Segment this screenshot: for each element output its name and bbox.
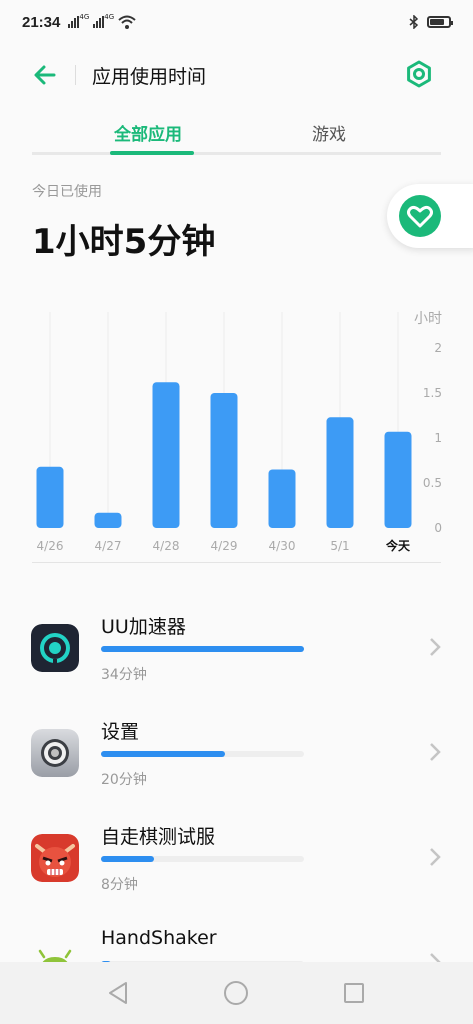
tab-track xyxy=(32,152,441,155)
chevron-right-icon xyxy=(430,848,441,866)
usage-progress-fill xyxy=(101,646,304,652)
x-tick-label: 5/1 xyxy=(330,539,349,553)
home-circle-icon[interactable] xyxy=(222,979,250,1007)
app-name: HandShaker xyxy=(101,927,217,949)
x-tick-label: 4/29 xyxy=(211,539,238,553)
y-axis-unit-label: 小时 xyxy=(414,311,442,327)
tab-bar: 全部应用 游戏 xyxy=(32,110,441,156)
list-item-uu[interactable]: UU加速器 34分钟 xyxy=(0,612,473,717)
usage-progress-fill xyxy=(101,856,154,862)
x-tick-label: 4/27 xyxy=(95,539,122,553)
y-tick-label: 1 xyxy=(434,431,442,445)
wifi-icon xyxy=(118,15,136,29)
heart-icon xyxy=(399,195,441,237)
app-usage-time: 34分钟 xyxy=(101,667,147,683)
app-usage-time: 20分钟 xyxy=(101,772,147,788)
bar xyxy=(210,393,238,528)
bar xyxy=(36,466,64,528)
chevron-right-icon xyxy=(430,638,441,656)
battery-level xyxy=(430,19,444,25)
app-name: UU加速器 xyxy=(101,616,186,638)
usage-progress-fill xyxy=(101,751,225,757)
status-bar: 21:34 4G 4G xyxy=(0,0,473,44)
y-tick-label: 0.5 xyxy=(423,476,442,490)
usage-bar-chart: 小时 0 0.5 1 1.5 2 4/26 4/27 4/28 4/29 4/30 5/1 今天 xyxy=(36,311,442,553)
network-type-label: 4G xyxy=(104,13,115,21)
arrow-left-icon[interactable] xyxy=(32,62,58,88)
section-divider xyxy=(32,562,441,563)
bar xyxy=(326,417,354,528)
auto-chess-icon xyxy=(31,834,79,882)
chevron-right-icon xyxy=(430,743,441,761)
settings-app-icon xyxy=(31,729,79,777)
header-divider xyxy=(75,65,76,85)
tab-all-apps[interactable]: 全部应用 xyxy=(114,120,182,145)
bar xyxy=(384,431,412,528)
bar xyxy=(268,469,296,528)
y-tick-label: 1.5 xyxy=(423,386,442,400)
tab-games[interactable]: 游戏 xyxy=(312,120,346,145)
gear-icon[interactable] xyxy=(405,60,433,88)
back-triangle-icon[interactable] xyxy=(104,979,132,1007)
list-item-auto-chess[interactable]: 自走棋测试服 8分钟 xyxy=(0,822,473,927)
signal-icon xyxy=(93,16,105,28)
list-item-settings[interactable]: 设置 20分钟 xyxy=(0,717,473,822)
y-tick-label: 0 xyxy=(434,521,442,535)
bar xyxy=(94,512,122,528)
today-usage-value: 1小时5分钟 xyxy=(32,222,216,262)
tab-indicator xyxy=(110,151,194,155)
app-name: 自走棋测试服 xyxy=(101,826,216,848)
battery-icon xyxy=(427,16,453,28)
header: 应用使用时间 xyxy=(0,50,473,100)
today-usage-label: 今日已使用 xyxy=(32,184,102,200)
uu-accelerator-icon xyxy=(31,624,79,672)
usage-progress xyxy=(101,856,304,862)
navigation-bar xyxy=(0,962,473,1024)
usage-progress xyxy=(101,751,304,757)
usage-progress xyxy=(101,646,304,652)
bluetooth-icon xyxy=(409,15,419,29)
wellbeing-button[interactable] xyxy=(387,184,473,248)
x-tick-label: 今天 xyxy=(385,538,411,553)
signal-icon xyxy=(68,16,80,28)
x-tick-label: 4/30 xyxy=(269,539,296,553)
bar xyxy=(152,382,180,528)
x-tick-label: 4/26 xyxy=(37,539,64,553)
status-time: 21:34 xyxy=(22,13,61,31)
app-name: 设置 xyxy=(101,721,140,743)
app-usage-time: 8分钟 xyxy=(101,877,138,893)
recents-square-icon[interactable] xyxy=(340,979,368,1007)
network-type-label: 4G xyxy=(79,13,90,21)
page-title: 应用使用时间 xyxy=(92,66,207,88)
x-tick-label: 4/28 xyxy=(153,539,180,553)
y-tick-label: 2 xyxy=(434,341,442,355)
